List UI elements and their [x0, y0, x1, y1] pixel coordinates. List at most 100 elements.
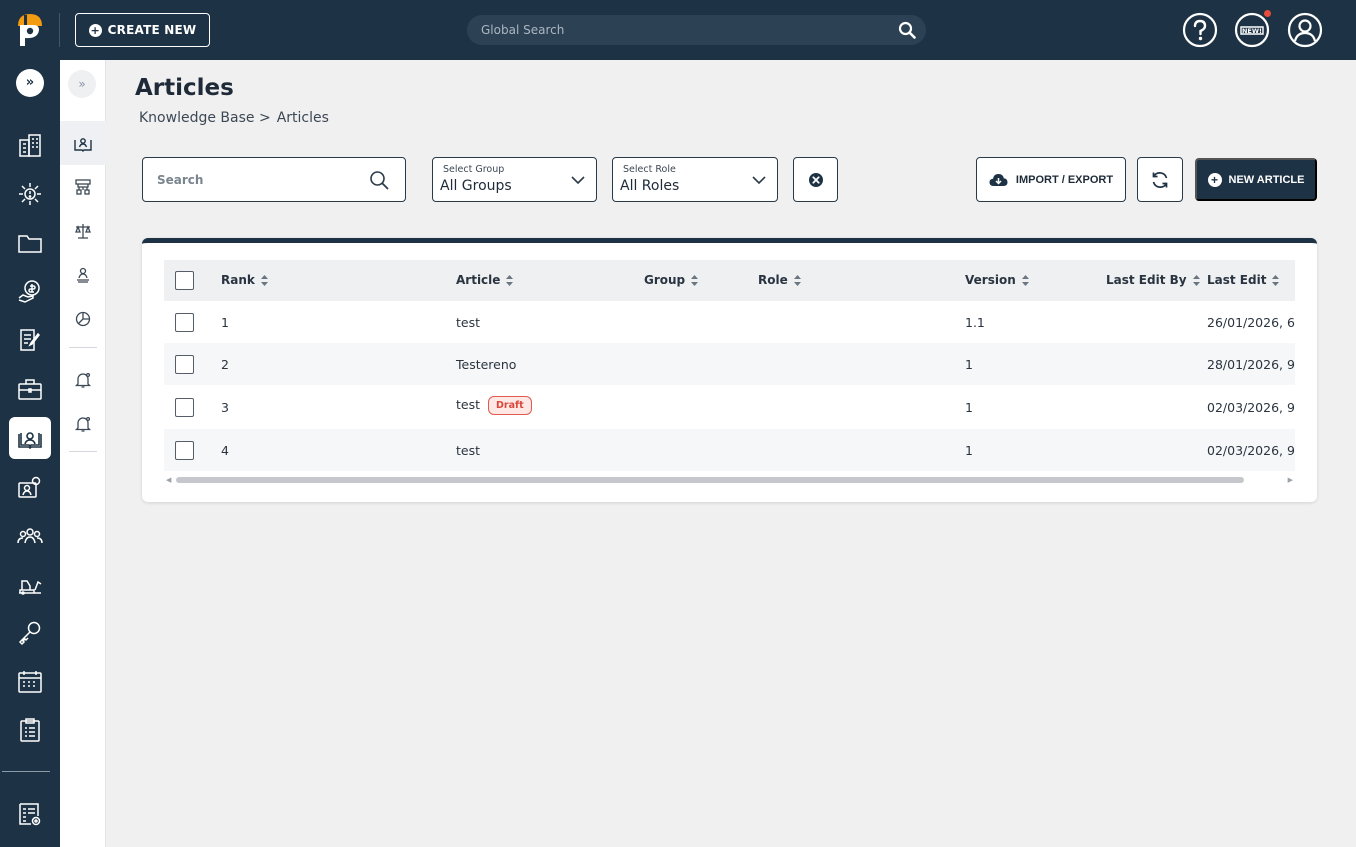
- nav-settings-list-icon[interactable]: [9, 793, 51, 835]
- nav-document-edit-icon[interactable]: [9, 319, 51, 361]
- refresh-icon: [1152, 171, 1168, 188]
- cell-article[interactable]: test: [456, 443, 480, 458]
- nav-key-icon[interactable]: [9, 612, 51, 654]
- column-header-rank[interactable]: Rank: [221, 273, 268, 287]
- scroll-right-arrow-icon[interactable]: ▶: [1288, 476, 1293, 484]
- cell-version: 1: [965, 443, 973, 458]
- subnav-articles-icon[interactable]: [60, 121, 106, 165]
- close-circle-icon: [808, 172, 823, 187]
- nav-clipboard-icon[interactable]: [9, 709, 51, 751]
- create-new-button[interactable]: + CREATE NEW: [75, 13, 210, 47]
- notification-dot: [1264, 10, 1271, 17]
- cell-rank: 1: [221, 315, 229, 330]
- help-icon[interactable]: [1182, 12, 1218, 48]
- cloud-download-icon: [989, 174, 1008, 186]
- nav-gear-alert-icon[interactable]: [9, 173, 51, 215]
- nav-machinery-icon[interactable]: [9, 563, 51, 605]
- select-all-checkbox[interactable]: [175, 271, 194, 290]
- column-header-article[interactable]: Article: [456, 273, 514, 287]
- sort-icon: [260, 274, 268, 286]
- group-select[interactable]: Select Group All Groups: [432, 157, 597, 202]
- subnav-scale-icon[interactable]: [60, 209, 106, 253]
- group-select-label: Select Group: [443, 164, 505, 175]
- new-badge-icon[interactable]: NEW!: [1234, 12, 1270, 48]
- row-checkbox[interactable]: [175, 355, 194, 374]
- nav-buildings-icon[interactable]: [9, 124, 51, 166]
- sort-icon: [691, 274, 699, 286]
- sort-icon: [793, 274, 801, 286]
- table-row[interactable]: 3 test Draft 1 02/03/2026, 9: 4: [164, 385, 1295, 429]
- sort-icon: [1272, 274, 1280, 286]
- row-checkbox[interactable]: [175, 398, 194, 417]
- plus-circle-icon: +: [1207, 172, 1222, 187]
- page-title: Articles: [135, 75, 234, 101]
- expand-sidebar-button[interactable]: »: [16, 69, 44, 97]
- subnav-chart-icon[interactable]: [60, 297, 106, 341]
- nav-knowledge-base-icon[interactable]: [9, 417, 51, 459]
- group-select-value: All Groups: [440, 178, 512, 194]
- cell-last-edit: 02/03/2026, 9: 4: [1207, 400, 1295, 415]
- global-search: [467, 15, 926, 45]
- table-header-row: Rank Article Group Role Version Last Edi…: [164, 260, 1295, 301]
- scroll-left-arrow-icon[interactable]: ◀: [166, 476, 171, 484]
- row-checkbox[interactable]: [175, 441, 194, 460]
- refresh-button[interactable]: [1137, 157, 1183, 202]
- column-header-last-edit[interactable]: Last Edit: [1207, 273, 1280, 287]
- clear-filters-button[interactable]: [793, 157, 838, 202]
- cell-article[interactable]: test Draft: [456, 396, 532, 415]
- import-export-button[interactable]: IMPORT / EXPORT: [976, 157, 1126, 202]
- table-row[interactable]: 1 test 1.1 26/01/2026, 6: 0: [164, 301, 1295, 343]
- main-sidebar: »: [0, 60, 60, 847]
- subnav-bell-alert-icon[interactable]: [60, 402, 106, 446]
- nav-finance-icon[interactable]: [9, 270, 51, 312]
- breadcrumb-knowledge-base[interactable]: Knowledge Base >: [139, 110, 271, 126]
- svg-text:NEW!: NEW!: [1242, 27, 1262, 35]
- row-checkbox[interactable]: [175, 313, 194, 332]
- articles-table-card: Rank Article Group Role Version Last Edi…: [142, 238, 1317, 502]
- cell-article[interactable]: Testereno: [456, 357, 516, 372]
- import-export-label: IMPORT / EXPORT: [1015, 173, 1114, 186]
- cell-last-edit: 26/01/2026, 6: 0: [1207, 315, 1295, 330]
- cell-article[interactable]: test: [456, 315, 480, 330]
- table-row[interactable]: 4 test 1 02/03/2026, 9: 4: [164, 429, 1295, 471]
- draft-badge: Draft: [488, 396, 532, 415]
- chevron-down-icon: [571, 176, 585, 185]
- sort-icon: [1192, 274, 1200, 286]
- role-select[interactable]: Select Role All Roles: [612, 157, 778, 202]
- new-article-label: NEW ARTICLE: [1228, 173, 1305, 186]
- articles-table: Rank Article Group Role Version Last Edi…: [164, 260, 1295, 474]
- nav-calendar-icon[interactable]: [9, 661, 51, 703]
- user-profile-icon[interactable]: [1287, 12, 1323, 48]
- global-search-input[interactable]: [481, 15, 881, 45]
- nav-folder-icon[interactable]: [9, 222, 51, 264]
- breadcrumb: Knowledge Base > Articles: [139, 110, 329, 126]
- table-row[interactable]: 2 Testereno 1 28/01/2026, 9: 4: [164, 343, 1295, 385]
- horizontal-scrollbar[interactable]: ◀ ▶: [164, 475, 1295, 485]
- expand-subnav-button[interactable]: »: [68, 70, 96, 98]
- sort-icon: [1021, 274, 1029, 286]
- subnav-user-stack-icon[interactable]: [60, 253, 106, 297]
- plus-circle-icon: +: [88, 23, 102, 37]
- sidebar-divider: [2, 771, 50, 772]
- cell-version: 1: [965, 357, 973, 372]
- column-header-role[interactable]: Role: [758, 273, 801, 287]
- subnav-bell-icon[interactable]: [60, 358, 106, 402]
- column-header-version[interactable]: Version: [965, 273, 1029, 287]
- scrollbar-thumb[interactable]: [176, 477, 1244, 483]
- subnav-hierarchy-icon[interactable]: [60, 165, 106, 209]
- column-header-group[interactable]: Group: [644, 273, 699, 287]
- cell-version: 1.1: [965, 315, 985, 330]
- cell-rank: 2: [221, 357, 229, 372]
- new-article-button[interactable]: + NEW ARTICLE: [1195, 158, 1317, 201]
- search-icon[interactable]: [898, 21, 916, 39]
- top-bar: + CREATE NEW NEW!: [0, 0, 1356, 60]
- column-header-last-edit-by[interactable]: Last Edit By: [1106, 273, 1200, 287]
- article-title[interactable]: test: [456, 397, 480, 412]
- nav-people-cog-icon[interactable]: [9, 466, 51, 508]
- cell-rank: 3: [221, 400, 229, 415]
- brand-logo-icon[interactable]: [14, 12, 46, 48]
- search-input[interactable]: [157, 158, 367, 201]
- nav-team-icon[interactable]: [9, 515, 51, 557]
- search-icon[interactable]: [369, 170, 389, 190]
- nav-briefcase-icon[interactable]: [9, 368, 51, 410]
